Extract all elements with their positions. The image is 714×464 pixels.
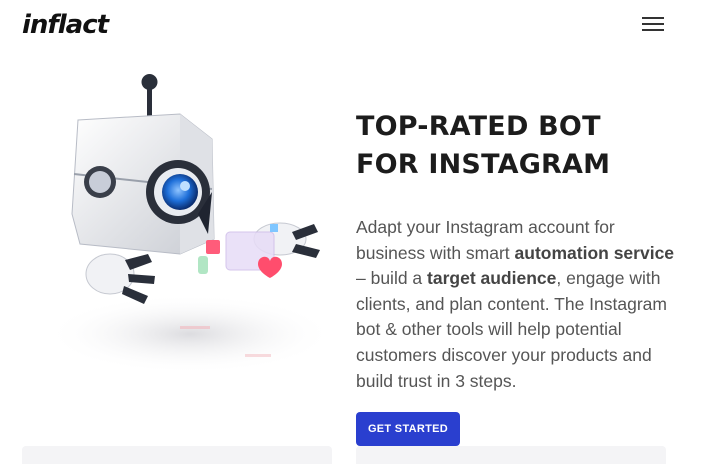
- menu-line: [642, 17, 664, 19]
- headline-line-1: TOP-RATED BOT: [356, 111, 601, 142]
- robot-bot-illustration: [30, 64, 340, 384]
- hero-description: Adapt your Instagram account for busines…: [356, 215, 686, 394]
- get-started-button[interactable]: GET STARTED: [356, 412, 460, 446]
- description-bold-1: automation service: [514, 242, 675, 263]
- description-text-2: – build a: [356, 268, 428, 289]
- menu-line: [642, 29, 664, 31]
- site-header: inflact: [0, 0, 714, 56]
- headline-line-2: FOR INSTAGRAM: [356, 149, 611, 180]
- menu-line: [642, 23, 664, 25]
- inflact-logo[interactable]: inflact: [22, 8, 109, 44]
- feature-card-left: [22, 446, 332, 464]
- logo-text: inflact: [22, 10, 109, 40]
- feature-card-right: [356, 446, 666, 464]
- description-bold-2: target audience: [427, 268, 557, 289]
- hero-headline: TOP-RATED BOT FOR INSTAGRAM: [356, 108, 696, 184]
- hamburger-menu-icon[interactable]: [640, 14, 666, 36]
